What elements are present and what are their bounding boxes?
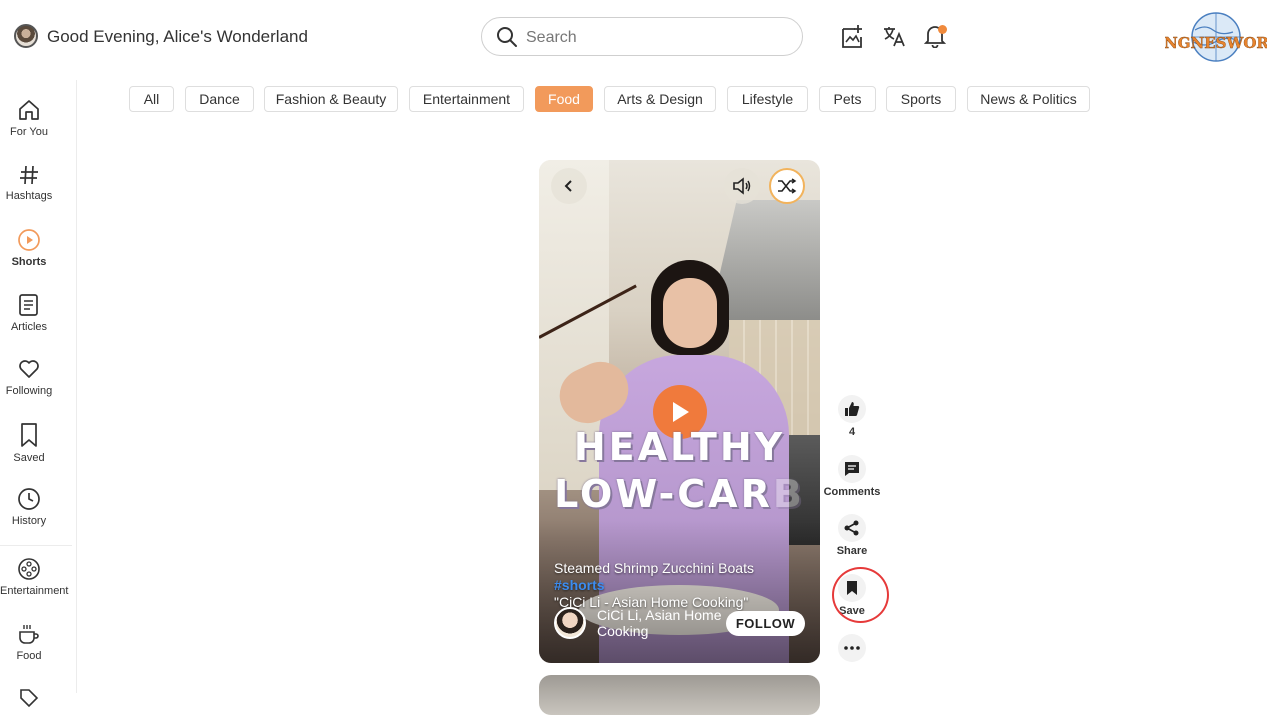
sidebar-item-label: History xyxy=(11,515,47,527)
sidebar-item-entertainment[interactable]: Entertainment xyxy=(0,557,69,597)
hashtag-icon xyxy=(20,165,38,185)
category-chip-fashion-beauty[interactable]: Fashion & Beauty xyxy=(264,86,398,112)
follow-button[interactable]: FOLLOW xyxy=(726,611,805,636)
sidebar-item-for-you[interactable]: For You xyxy=(0,98,58,138)
sidebar-item-label: Entertainment xyxy=(0,585,69,597)
category-chip-food[interactable]: Food xyxy=(535,86,593,112)
comments-label: Comments xyxy=(823,486,881,498)
category-chip-all[interactable]: All xyxy=(129,86,174,112)
category-chip-entertainment[interactable]: Entertainment xyxy=(409,86,524,112)
comment-icon xyxy=(845,462,859,476)
play-icon xyxy=(673,402,689,422)
short-video-player[interactable]: HEALTHY LOW-CARB Steamed Shrimp Zucchini… xyxy=(539,160,820,663)
sidebar-item-articles[interactable]: Articles xyxy=(0,293,58,333)
overlay-word-faded: B xyxy=(772,472,805,516)
shorts-icon xyxy=(18,229,40,251)
thumbs-up-icon xyxy=(845,402,860,416)
back-button[interactable] xyxy=(551,168,587,204)
svg-text:GANGNESWORLD: GANGNESWORLD xyxy=(1165,34,1267,52)
sidebar-item-shorts[interactable]: Shorts xyxy=(0,228,58,268)
notification-dot xyxy=(938,25,947,34)
sidebar-item-label: Articles xyxy=(10,321,48,333)
site-logo[interactable]: GANGNESWORLD xyxy=(1165,12,1267,62)
comments-button[interactable]: Comments xyxy=(822,455,882,498)
share-button[interactable]: Share xyxy=(822,514,882,557)
mute-button[interactable] xyxy=(724,168,760,204)
more-dots-icon xyxy=(844,646,860,650)
header: Good Evening, Alice's Wonderland GANGNES… xyxy=(0,0,1280,75)
more-options-button[interactable] xyxy=(822,634,882,662)
chevron-left-icon xyxy=(564,180,572,192)
next-video-preview[interactable] xyxy=(539,675,820,715)
translate-icon[interactable] xyxy=(882,24,906,48)
bookmark-icon xyxy=(21,423,37,447)
sidebar-item-label: For You xyxy=(10,126,48,138)
home-icon xyxy=(19,100,39,120)
hashtag-link[interactable]: #shorts xyxy=(554,577,605,593)
category-chip-pets[interactable]: Pets xyxy=(819,86,876,112)
sidebar-item-label: Food xyxy=(16,650,42,662)
sidebar-divider xyxy=(0,545,72,546)
sidebar-item-history[interactable]: History xyxy=(0,487,58,527)
category-chip-dance[interactable]: Dance xyxy=(185,86,254,112)
sidebar: For You Hashtags Shorts Articles Followi… xyxy=(0,80,77,708)
search-box[interactable] xyxy=(481,17,803,56)
sidebar-item-following[interactable]: Following xyxy=(0,357,58,397)
category-chip-sports[interactable]: Sports xyxy=(886,86,956,112)
search-icon xyxy=(497,27,517,47)
category-chip-arts-design[interactable]: Arts & Design xyxy=(604,86,716,112)
create-post-icon[interactable] xyxy=(840,24,864,50)
video-overlay-text-line2: LOW-CARB xyxy=(539,472,820,516)
save-highlight-ring xyxy=(832,567,889,623)
clock-icon xyxy=(18,488,40,510)
share-label: Share xyxy=(836,545,868,557)
author-avatar[interactable] xyxy=(554,607,586,639)
sidebar-item-saved[interactable]: Saved xyxy=(0,422,58,464)
sidebar-item-label: Following xyxy=(5,385,53,397)
user-avatar[interactable] xyxy=(14,24,38,48)
author-name[interactable]: CiCi Li, Asian Home Cooking xyxy=(597,607,727,639)
video-caption: Steamed Shrimp Zucchini Boats #shorts "C… xyxy=(554,560,804,611)
search-input[interactable] xyxy=(524,26,788,50)
caption-title: Steamed Shrimp Zucchini Boats xyxy=(554,560,754,576)
video-overlay-text-line1: HEALTHY xyxy=(573,425,786,469)
shuffle-icon xyxy=(778,178,797,194)
greeting-text: Good Evening, Alice's Wonderland xyxy=(47,27,308,46)
coffee-cup-icon xyxy=(19,625,39,644)
sidebar-item-hashtags[interactable]: Hashtags xyxy=(0,164,58,202)
sidebar-item-food[interactable]: Food xyxy=(0,622,58,662)
sidebar-item-label: Saved xyxy=(13,452,45,464)
article-icon xyxy=(19,294,38,316)
category-chip-news-politics[interactable]: News & Politics xyxy=(967,86,1090,112)
like-button[interactable]: 4 xyxy=(822,395,882,438)
speaker-icon xyxy=(733,177,751,195)
sidebar-item-label: Shorts xyxy=(11,256,47,268)
film-reel-icon xyxy=(18,558,40,580)
tag-icon xyxy=(20,689,39,708)
category-chip-lifestyle[interactable]: Lifestyle xyxy=(727,86,808,112)
share-icon xyxy=(844,520,859,536)
sidebar-item-more[interactable] xyxy=(0,686,58,710)
sidebar-item-label: Hashtags xyxy=(5,190,53,202)
heart-icon xyxy=(19,360,39,378)
like-count: 4 xyxy=(848,426,856,438)
overlay-word: LOW-CAR xyxy=(554,472,773,516)
shuffle-button[interactable] xyxy=(769,168,805,204)
